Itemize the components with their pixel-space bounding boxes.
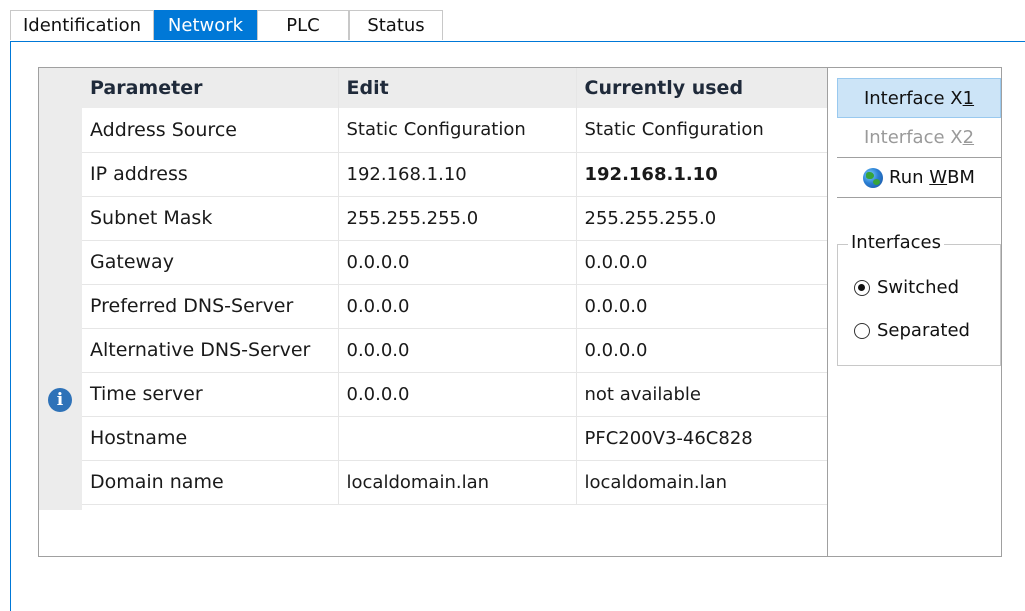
tab-status[interactable]: Status xyxy=(349,10,443,40)
panel-divider xyxy=(827,68,828,556)
network-parameter-table: Parameter Edit Currently used Address So… xyxy=(82,68,827,505)
table-row[interactable]: Alternative DNS-Server 0.0.0.0 0.0.0.0 xyxy=(82,328,827,373)
row-gutter: i xyxy=(39,68,82,510)
globe-icon xyxy=(863,167,884,188)
interface-x1-button[interactable]: Interface X1 xyxy=(837,78,1001,118)
param-name: IP address xyxy=(82,152,338,197)
network-settings-group: i Parameter Edit Currently used Address … xyxy=(38,67,1002,557)
run-wbm-button[interactable]: Run WBM xyxy=(837,158,1001,198)
param-name: Domain name xyxy=(82,460,338,505)
radio-switched-label: Switched xyxy=(877,277,960,298)
table-row[interactable]: Time server 0.0.0.0 not available xyxy=(82,372,827,417)
edit-value[interactable]: localdomain.lan xyxy=(337,460,576,505)
radio-separated-label: Separated xyxy=(877,320,970,341)
param-name: Alternative DNS-Server xyxy=(82,328,338,373)
current-value: 0.0.0.0 xyxy=(575,240,827,285)
current-value: localdomain.lan xyxy=(575,460,827,505)
table-row[interactable]: Subnet Mask 255.255.255.0 255.255.255.0 xyxy=(82,196,827,241)
edit-value[interactable]: 255.255.255.0 xyxy=(337,196,576,241)
current-value: PFC200V3-46C828 xyxy=(575,416,827,461)
edit-value[interactable]: 192.168.1.10 xyxy=(337,152,576,197)
param-name: Gateway xyxy=(82,240,338,285)
param-name: Hostname xyxy=(82,416,338,461)
tab-plc[interactable]: PLC xyxy=(257,10,349,40)
interface-side-panel: Interface X1 Interface X2 Run WBM Interf… xyxy=(837,78,1001,366)
param-name: Preferred DNS-Server xyxy=(82,284,338,329)
interface-x2-button[interactable]: Interface X2 xyxy=(837,118,1001,158)
current-value: not available xyxy=(575,372,827,417)
radio-separated[interactable]: Separated xyxy=(854,320,970,341)
interface-x1-accelerator: 1 xyxy=(962,88,975,109)
column-header-edit: Edit xyxy=(337,68,576,108)
column-header-currently-used: Currently used xyxy=(575,68,827,108)
table-row[interactable]: Preferred DNS-Server 0.0.0.0 0.0.0.0 xyxy=(82,284,827,329)
tab-network[interactable]: Network xyxy=(154,10,257,40)
edit-value[interactable]: 0.0.0.0 xyxy=(337,328,576,373)
radio-separated-indicator[interactable] xyxy=(854,322,870,339)
current-value: 0.0.0.0 xyxy=(575,284,827,329)
table-row[interactable]: Hostname PFC200V3-46C828 xyxy=(82,416,827,461)
edit-value[interactable]: 0.0.0.0 xyxy=(337,284,576,329)
edit-value[interactable]: 0.0.0.0 xyxy=(337,372,576,417)
interface-x2-label: Interface X xyxy=(863,127,963,148)
table-row[interactable]: Address Source Static Configuration Stat… xyxy=(82,108,827,153)
interface-x1-label: Interface X xyxy=(863,88,963,109)
current-value: Static Configuration xyxy=(575,108,827,153)
edit-value[interactable] xyxy=(337,416,576,461)
interfaces-groupbox: Interfaces Switched Separated xyxy=(837,232,1001,366)
edit-value[interactable]: 0.0.0.0 xyxy=(337,240,576,285)
param-name: Time server xyxy=(82,372,338,417)
table-row[interactable]: IP address 192.168.1.10 192.168.1.10 xyxy=(82,152,827,197)
table-row[interactable]: Gateway 0.0.0.0 0.0.0.0 xyxy=(82,240,827,285)
current-value: 192.168.1.10 xyxy=(575,152,827,197)
table-header-row: Parameter Edit Currently used xyxy=(82,68,827,108)
column-header-parameter: Parameter xyxy=(82,68,338,108)
interface-x2-accelerator: 2 xyxy=(962,127,975,148)
param-name: Subnet Mask xyxy=(82,196,338,241)
param-name: Address Source xyxy=(82,108,338,153)
tab-identification[interactable]: Identification xyxy=(10,10,154,40)
current-value: 255.255.255.0 xyxy=(575,196,827,241)
info-icon[interactable]: i xyxy=(48,388,72,412)
table-row[interactable]: Domain name localdomain.lan localdomain.… xyxy=(82,460,827,505)
radio-switched-indicator[interactable] xyxy=(854,279,870,296)
run-wbm-label: Run WBM xyxy=(889,166,975,188)
edit-value[interactable]: Static Configuration xyxy=(337,108,576,153)
tab-strip: Identification Network PLC Status xyxy=(10,10,443,42)
interfaces-legend: Interfaces xyxy=(848,232,944,253)
current-value: 0.0.0.0 xyxy=(575,328,827,373)
radio-switched[interactable]: Switched xyxy=(854,277,959,298)
